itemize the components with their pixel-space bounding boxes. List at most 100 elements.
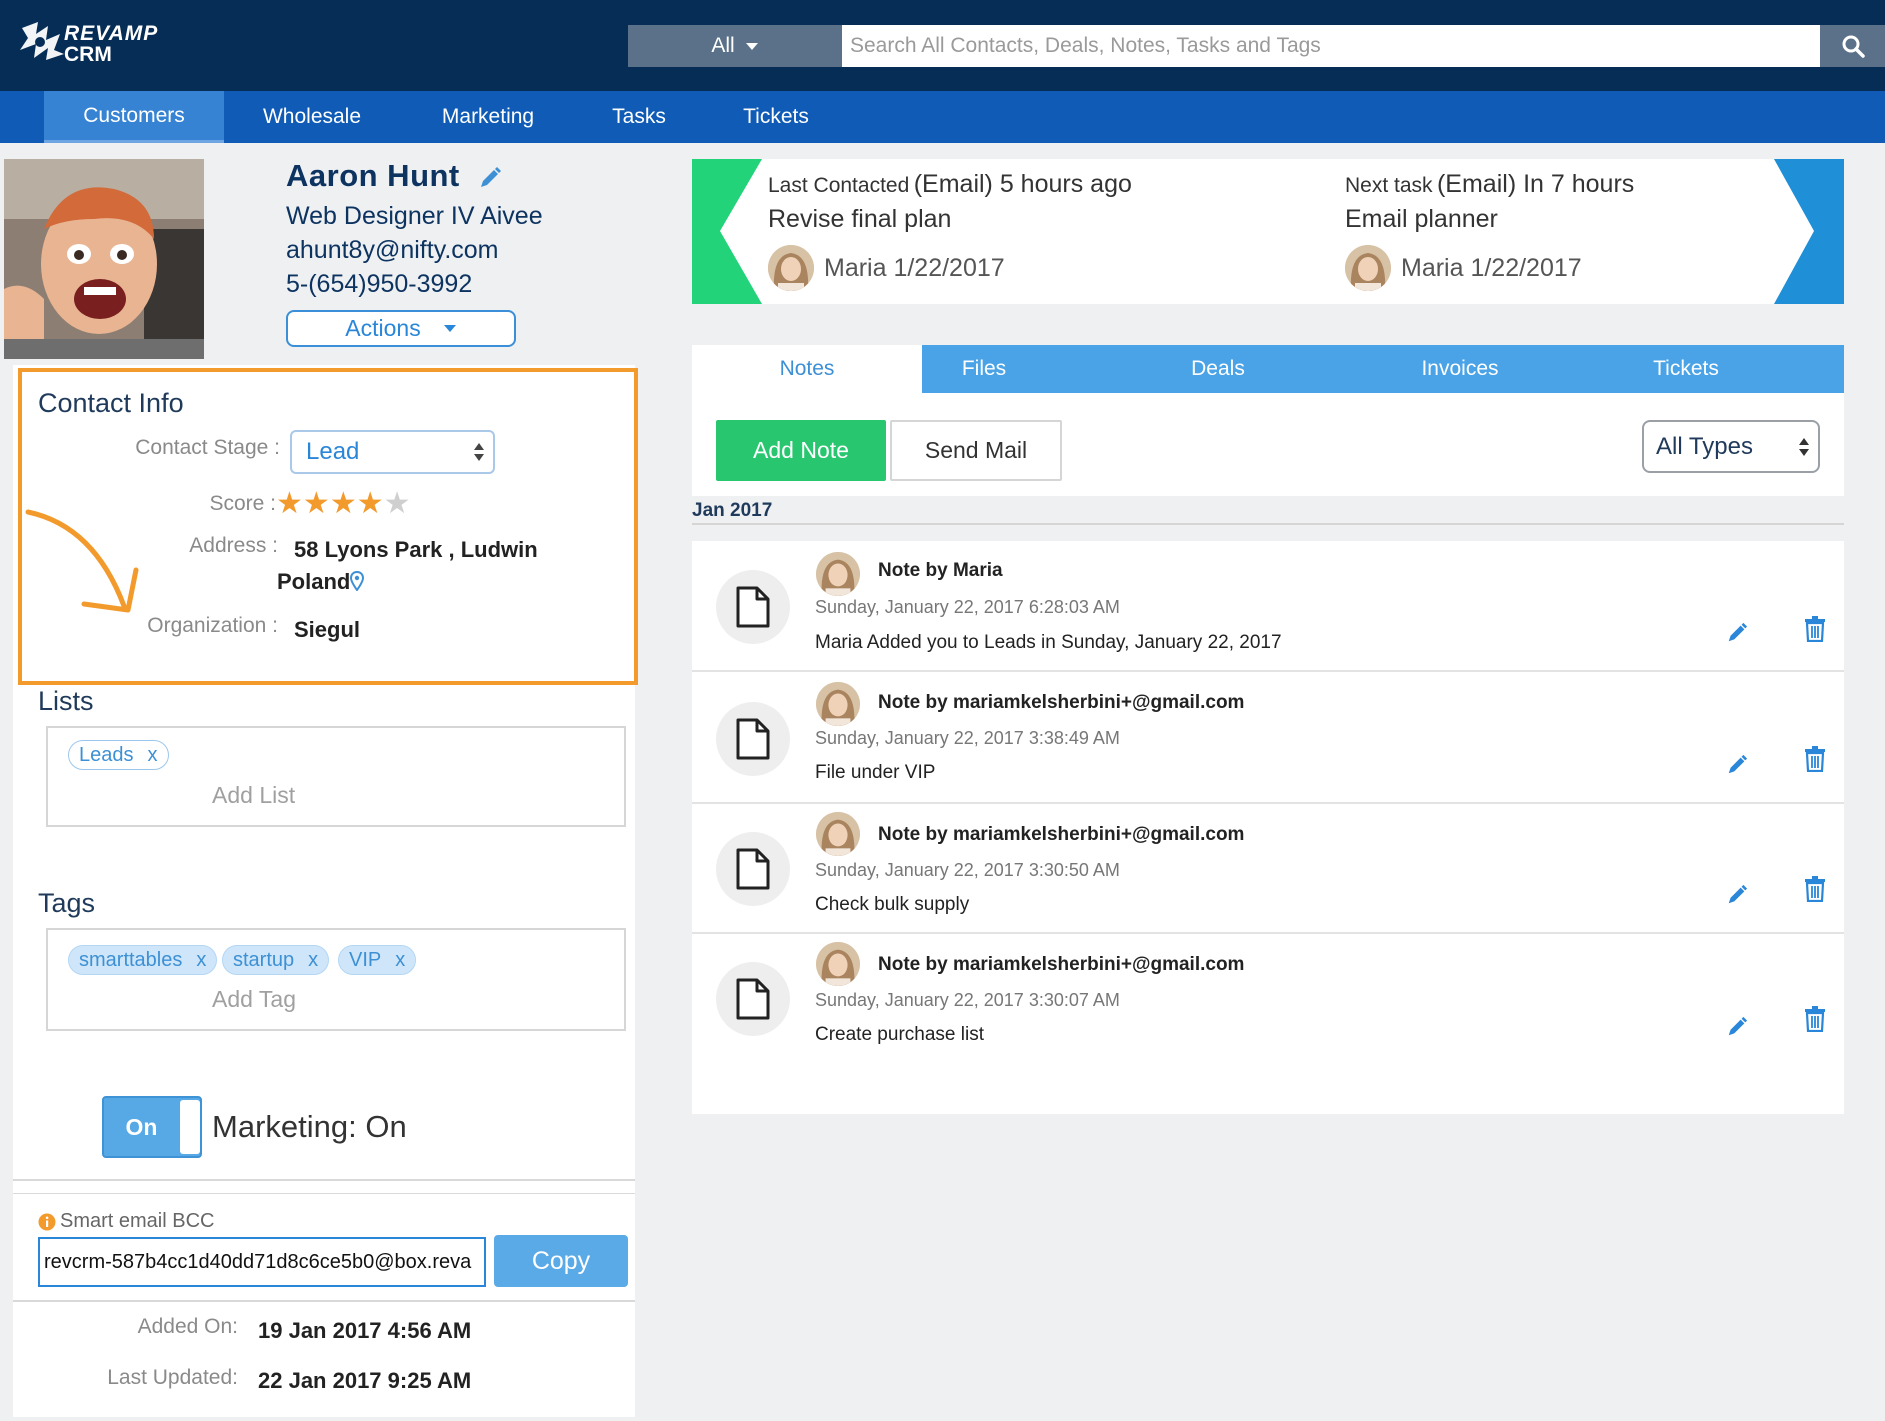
actions-button[interactable]: Actions [286, 310, 516, 347]
send-mail-button[interactable]: Send Mail [890, 420, 1062, 481]
marketing-status: Marketing: On [212, 1109, 407, 1144]
delete-note-button[interactable] [1804, 1006, 1826, 1032]
updown-arrows-icon [1799, 438, 1809, 456]
notes-month-heading: Jan 2017 [692, 500, 773, 521]
nav-label: Marketing [441, 105, 535, 128]
last-contacted: Last Contacted (Email) 5 hours ago [768, 170, 1132, 199]
remove-tag-button[interactable]: x [308, 949, 318, 972]
tab-label: Invoices [1421, 357, 1499, 380]
star-icon[interactable]: ★ [303, 489, 330, 519]
next-task-detail: (Email) In 7 hours [1436, 170, 1635, 198]
star-icon[interactable]: ★ [357, 489, 384, 519]
note-text: File under VIP [815, 762, 936, 783]
lists-box[interactable]: Leads x Add List [46, 726, 626, 827]
last-contacted-title: Revise final plan [768, 205, 952, 233]
document-icon [736, 586, 770, 628]
search-button[interactable] [1820, 25, 1885, 67]
delete-note-button[interactable] [1804, 746, 1826, 772]
note-type-select[interactable]: All Types [1642, 420, 1820, 473]
search-scope-dropdown[interactable]: All [628, 25, 842, 67]
contact-phone[interactable]: 5-(654)950-3992 [286, 270, 472, 299]
nav-item-tickets[interactable]: Tickets [728, 91, 824, 143]
marketing-toggle[interactable]: On [102, 1096, 202, 1158]
tab-tickets[interactable]: Tickets [1624, 345, 1748, 393]
note-date: Sunday, January 22, 2017 3:30:07 AM [815, 990, 1120, 1010]
note-document-badge [716, 832, 790, 906]
delete-note-button[interactable] [1804, 876, 1826, 902]
tab-label: Deals [1191, 357, 1245, 380]
list-chip[interactable]: Leads x [68, 740, 169, 770]
pencil-icon [1728, 622, 1748, 642]
chevron-down-icon [745, 42, 758, 50]
tab-invoices[interactable]: Invoices [1398, 345, 1522, 393]
remove-list-button[interactable]: x [148, 744, 158, 767]
nav-item-customers[interactable]: Customers [44, 91, 224, 143]
tag-chip-label: startup [233, 948, 295, 971]
address-line1: 58 Lyons Park , Ludwin [294, 537, 538, 562]
tag-chip[interactable]: startup x [222, 945, 330, 975]
remove-tag-button[interactable]: x [395, 949, 405, 972]
search-input[interactable] [842, 25, 1820, 67]
copy-button[interactable]: Copy [494, 1235, 628, 1287]
tab-label: Tickets [1653, 357, 1719, 380]
pencil-icon [1728, 754, 1748, 774]
last-contacted-by: Maria 1/22/2017 [824, 254, 1005, 282]
remove-tag-button[interactable]: x [196, 949, 206, 972]
star-icon[interactable]: ★ [384, 489, 411, 519]
list-chip-label: Leads [79, 743, 134, 766]
nav-item-wholesale[interactable]: Wholesale [244, 91, 380, 143]
nav-item-marketing[interactable]: Marketing [424, 91, 552, 143]
organization-value: Siegul [294, 617, 361, 642]
star-icon[interactable]: ★ [330, 489, 357, 519]
tab-notes[interactable]: Notes [692, 345, 922, 393]
last-contacted-prefix: Last Contacted [768, 174, 910, 197]
contact-job-title: Web Designer IV Aivee [286, 202, 543, 230]
last-updated-value: 22 Jan 2017 9:25 AM [258, 1368, 472, 1393]
avatar [816, 942, 860, 986]
contact-info-heading: Contact Info [38, 388, 184, 418]
star-icon[interactable]: ★ [276, 489, 303, 519]
pencil-icon [1728, 884, 1748, 904]
document-icon [736, 978, 770, 1020]
divider [692, 802, 1844, 804]
bcc-email-field[interactable] [38, 1237, 486, 1287]
note-date: Sunday, January 22, 2017 6:28:03 AM [815, 597, 1120, 617]
tag-chip-label: VIP [349, 948, 382, 971]
divider [692, 670, 1844, 672]
bcc-label: Smart email BCC [60, 1210, 215, 1232]
nav-item-tasks[interactable]: Tasks [600, 91, 678, 143]
note-date: Sunday, January 22, 2017 3:38:49 AM [815, 728, 1120, 748]
add-list-input[interactable]: Add List [212, 782, 295, 809]
add-tag-input[interactable]: Add Tag [212, 986, 296, 1013]
tag-chip[interactable]: VIP x [338, 945, 417, 975]
tag-chip[interactable]: smarttables x [68, 945, 218, 975]
pencil-icon [1728, 1016, 1748, 1036]
note-text: Check bulk supply [815, 894, 970, 915]
add-note-button[interactable]: Add Note [716, 420, 886, 481]
avatar [4, 159, 204, 359]
edit-name-button[interactable] [478, 166, 502, 190]
tab-files[interactable]: Files [922, 345, 1046, 393]
map-pin-icon[interactable] [350, 571, 364, 591]
trash-icon [1805, 876, 1825, 902]
next-task-by: Maria 1/22/2017 [1401, 254, 1582, 282]
info-icon[interactable] [38, 1213, 56, 1231]
divider [692, 523, 1844, 525]
score-stars[interactable]: ★ ★ ★ ★ ★ [276, 489, 411, 519]
divider [692, 932, 1844, 934]
toggle-knob[interactable] [180, 1100, 200, 1154]
tags-box[interactable]: smarttables x startup x VIP x Add Tag [46, 928, 626, 1031]
delete-note-button[interactable] [1804, 616, 1826, 642]
edit-note-button[interactable] [1726, 622, 1748, 644]
trash-icon [1805, 746, 1825, 772]
note-date: Sunday, January 22, 2017 3:30:50 AM [815, 860, 1120, 880]
tab-label: Notes [779, 357, 835, 380]
contact-photo [4, 159, 204, 359]
next-task-prefix: Next task [1345, 174, 1433, 197]
contact-email[interactable]: ahunt8y@nifty.com [286, 236, 499, 265]
edit-note-button[interactable] [1726, 1016, 1748, 1038]
tab-deals[interactable]: Deals [1156, 345, 1280, 393]
contact-stage-select[interactable]: Lead [290, 430, 495, 474]
edit-note-button[interactable] [1726, 884, 1748, 906]
edit-note-button[interactable] [1726, 754, 1748, 776]
